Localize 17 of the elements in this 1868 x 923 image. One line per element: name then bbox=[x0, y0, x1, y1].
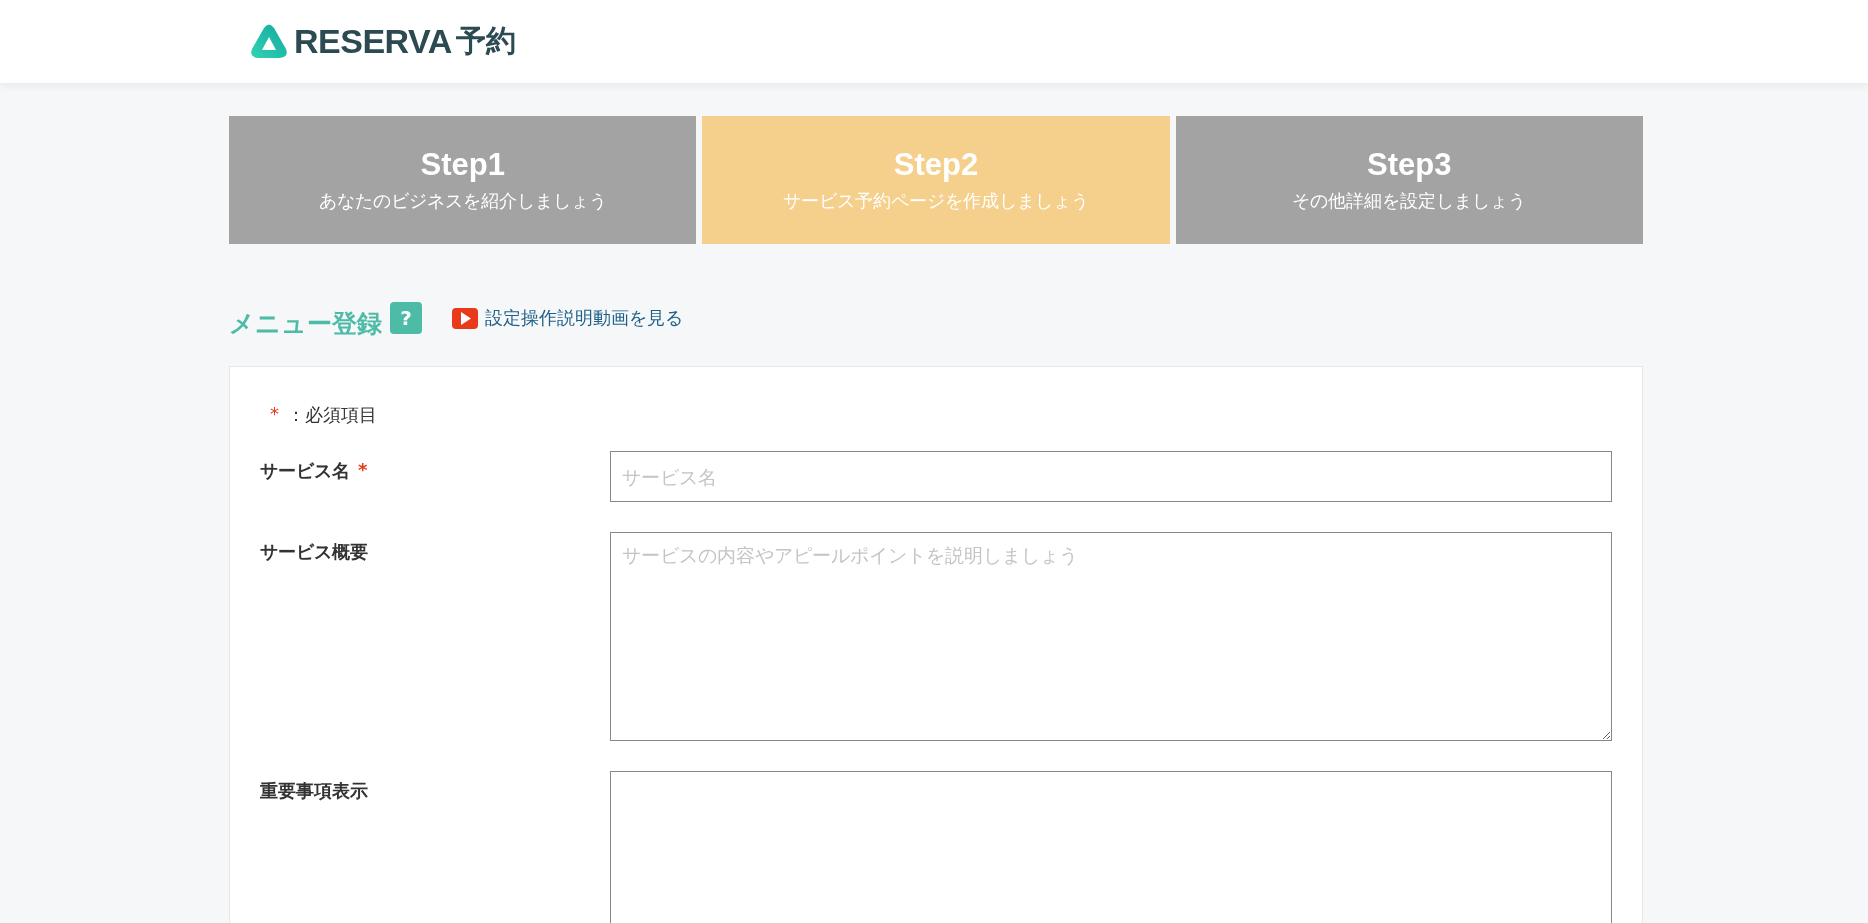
logo-wordmark: RESERVA bbox=[294, 22, 452, 61]
play-icon bbox=[452, 307, 478, 329]
required-mark: * bbox=[358, 459, 368, 482]
text-area[interactable]: サービスの内容やアピールポイントを説明しましょう bbox=[609, 532, 1612, 741]
required-note: ：必須項目 bbox=[287, 403, 377, 427]
field-label: サービス概要 bbox=[260, 540, 368, 564]
logo-icon bbox=[250, 22, 288, 61]
help-button[interactable]: ? bbox=[390, 302, 422, 334]
section-title: メニュー登録 bbox=[229, 307, 382, 340]
field-label: 重要事項表示 bbox=[260, 779, 368, 803]
logo-suffix: 予約 bbox=[455, 22, 516, 60]
input-field[interactable]: サービス名 bbox=[609, 451, 1612, 502]
step-tab[interactable]: Step1 あなたのビジネスを紹介しましょう bbox=[229, 116, 697, 244]
field-label: サービス名 bbox=[260, 459, 350, 483]
step-tab[interactable]: Step3 その他詳細を設定しましょう bbox=[1175, 116, 1643, 244]
required-mark: * bbox=[270, 403, 279, 426]
step-tab[interactable]: Step2 サービス予約ページを作成しましょう bbox=[702, 116, 1170, 244]
